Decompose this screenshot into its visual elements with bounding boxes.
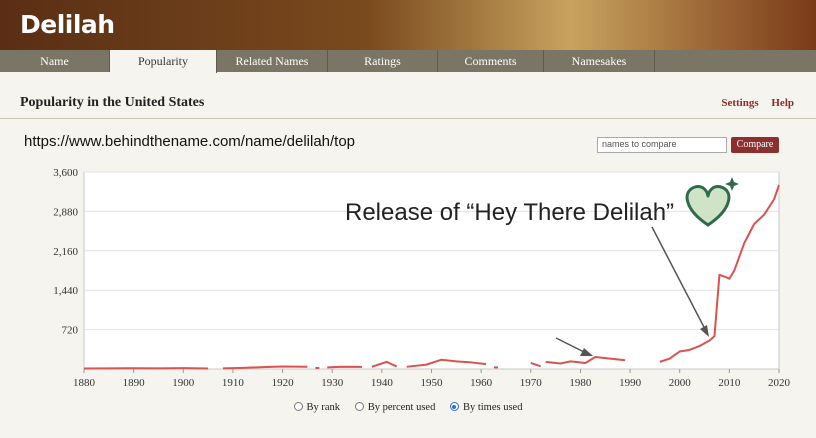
radio-by-percent[interactable]: By percent used <box>354 402 436 413</box>
section-title: Popularity in the United States <box>20 95 205 110</box>
tab-bar: Name Popularity Related Names Ratings Co… <box>0 50 816 73</box>
x-tick-label: 1960 <box>470 377 493 389</box>
tab-comments[interactable]: Comments <box>438 50 544 72</box>
radio-dot-selected-icon <box>449 402 459 411</box>
tab-related-names[interactable]: Related Names <box>217 50 328 72</box>
compare-names-input[interactable]: names to compare <box>597 137 727 153</box>
x-tick-label: 1990 <box>619 377 642 389</box>
mode-radio-group: By rank By percent used By times used <box>0 402 816 413</box>
y-tick-label: 2,160 <box>53 246 78 258</box>
settings-link[interactable]: Settings <box>721 97 758 109</box>
x-tick-label: 2010 <box>718 377 741 389</box>
x-tick-label: 1890 <box>123 377 146 389</box>
main-content: Popularity in the United States Settings… <box>0 73 816 438</box>
section-divider <box>0 118 816 119</box>
x-tick-label: 1950 <box>421 377 444 389</box>
radio-by-times[interactable]: By times used <box>449 402 523 413</box>
series-line <box>327 365 363 369</box>
x-tick-label: 1970 <box>520 377 543 389</box>
radio-label: By times used <box>462 402 523 413</box>
x-tick-label: 1930 <box>321 377 344 389</box>
tab-namesakes[interactable]: Namesakes <box>544 50 655 72</box>
compare-button[interactable]: Compare <box>731 137 779 153</box>
x-tick-label: 2000 <box>669 377 692 389</box>
section-links: Settings Help <box>711 97 794 109</box>
y-tick-label: 3,600 <box>53 167 78 179</box>
y-tick-label: 1,440 <box>53 285 78 297</box>
annotation-text: Release of “Hey There Delilah” <box>345 199 675 226</box>
radio-dot-icon <box>293 402 303 411</box>
site-title[interactable]: Delilah <box>20 10 115 39</box>
y-tick-label: 720 <box>62 325 79 337</box>
tab-ratings[interactable]: Ratings <box>328 50 438 72</box>
y-tick-label: 2,880 <box>53 206 78 218</box>
site-header: Delilah <box>0 0 816 50</box>
x-tick-label: 1920 <box>272 377 295 389</box>
x-tick-label: 1980 <box>569 377 592 389</box>
x-tick-label: 1900 <box>172 377 195 389</box>
x-tick-label: 2020 <box>768 377 791 389</box>
radio-dot-icon <box>354 402 364 411</box>
tab-name[interactable]: Name <box>0 50 110 72</box>
page-url-label: https://www.behindthename.com/name/delil… <box>24 133 356 150</box>
x-tick-label: 1910 <box>222 377 245 389</box>
radio-label: By rank <box>306 402 341 413</box>
help-link[interactable]: Help <box>771 97 794 109</box>
tab-popularity[interactable]: Popularity <box>110 50 217 73</box>
x-tick-label: 1880 <box>73 377 96 389</box>
radio-label: By percent used <box>367 402 436 413</box>
x-tick-label: 1940 <box>371 377 394 389</box>
radio-by-rank[interactable]: By rank <box>293 402 341 413</box>
